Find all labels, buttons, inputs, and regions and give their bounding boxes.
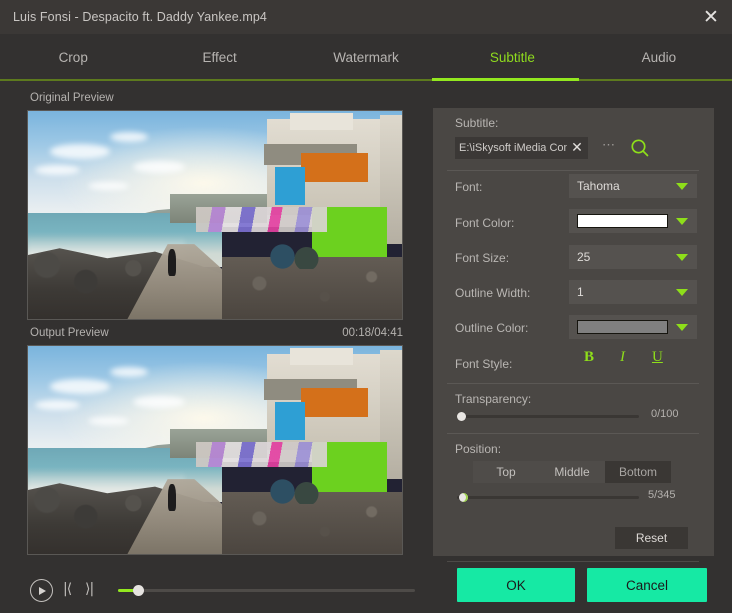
font-size-value: 25 bbox=[569, 250, 676, 264]
window-title: Luis Fonsi - Despacito ft. Daddy Yankee.… bbox=[0, 10, 267, 24]
outline-color-swatch bbox=[577, 320, 668, 334]
transparency-slider[interactable] bbox=[457, 415, 639, 418]
playback-slider[interactable] bbox=[118, 589, 415, 592]
tab-crop[interactable]: Crop bbox=[0, 34, 146, 81]
subtitle-settings-panel: Subtitle: E:\iSkysoft iMedia Converter D… bbox=[433, 108, 714, 556]
outline-color-dropdown[interactable] bbox=[569, 315, 697, 339]
preview-timecode: 00:18/04:41 bbox=[330, 327, 403, 339]
tab-underline bbox=[0, 79, 732, 81]
outline-width-value: 1 bbox=[569, 285, 676, 299]
original-preview-video[interactable] bbox=[27, 110, 403, 320]
divider-3 bbox=[447, 433, 699, 434]
ok-button[interactable]: OK bbox=[457, 568, 575, 602]
title-bar: Luis Fonsi - Despacito ft. Daddy Yankee.… bbox=[0, 0, 732, 34]
font-size-dropdown[interactable]: 25 bbox=[569, 245, 697, 269]
play-icon[interactable] bbox=[30, 579, 53, 602]
tab-effect[interactable]: Effect bbox=[146, 34, 292, 81]
close-icon-clear-subtitle[interactable]: ✕ bbox=[567, 137, 587, 159]
chevron-down-icon bbox=[676, 218, 688, 225]
font-style-label: Font Style: bbox=[455, 357, 512, 371]
font-label: Font: bbox=[455, 180, 482, 194]
tab-active-indicator bbox=[432, 78, 579, 81]
chevron-down-icon bbox=[676, 289, 688, 296]
italic-button[interactable]: I bbox=[620, 349, 625, 366]
transparency-value: 0/100 bbox=[651, 408, 679, 420]
output-preview-video[interactable] bbox=[27, 345, 403, 555]
outline-width-label: Outline Width: bbox=[455, 286, 530, 300]
position-label: Position: bbox=[455, 442, 501, 456]
footer-divider bbox=[447, 561, 699, 562]
underline-button[interactable]: U bbox=[652, 349, 663, 366]
tab-watermark[interactable]: Watermark bbox=[293, 34, 439, 81]
position-slider[interactable] bbox=[457, 496, 639, 499]
outline-color-label: Outline Color: bbox=[455, 321, 528, 335]
output-preview-label: Output Preview bbox=[30, 327, 109, 339]
playback-controls: |⟨ ⟩| bbox=[30, 578, 420, 604]
playback-slider-thumb[interactable] bbox=[133, 585, 144, 596]
bold-button[interactable]: B bbox=[584, 349, 594, 366]
position-value: 5/345 bbox=[648, 489, 676, 501]
font-color-label: Font Color: bbox=[455, 216, 514, 230]
close-icon[interactable]: ✕ bbox=[690, 0, 732, 34]
font-value: Tahoma bbox=[569, 179, 676, 193]
transparency-slider-thumb[interactable] bbox=[457, 412, 466, 421]
skip-to-start-icon[interactable]: |⟨ bbox=[63, 581, 71, 597]
transparency-label: Transparency: bbox=[455, 392, 531, 406]
cancel-button[interactable]: Cancel bbox=[587, 568, 707, 602]
position-option-top[interactable]: Top bbox=[473, 461, 539, 483]
tab-bar: Crop Effect Watermark Subtitle Audio bbox=[0, 34, 732, 81]
chevron-down-icon bbox=[676, 324, 688, 331]
divider-2 bbox=[447, 383, 699, 384]
tab-audio[interactable]: Audio bbox=[586, 34, 732, 81]
divider-1 bbox=[447, 170, 699, 171]
font-dropdown[interactable]: Tahoma bbox=[569, 174, 697, 198]
font-color-swatch bbox=[577, 214, 668, 228]
font-size-label: Font Size: bbox=[455, 251, 509, 265]
font-color-dropdown[interactable] bbox=[569, 209, 697, 233]
subtitle-path-input[interactable]: E:\iSkysoft iMedia Converter D ✕ bbox=[455, 137, 588, 159]
video-scene bbox=[28, 111, 402, 319]
skip-to-end-icon[interactable]: ⟩| bbox=[85, 581, 93, 597]
tab-subtitle[interactable]: Subtitle bbox=[439, 34, 585, 81]
outline-width-dropdown[interactable]: 1 bbox=[569, 280, 697, 304]
subtitle-editor-dialog: Luis Fonsi - Despacito ft. Daddy Yankee.… bbox=[0, 0, 732, 613]
position-option-middle[interactable]: Middle bbox=[539, 461, 605, 483]
video-scene-output bbox=[28, 346, 402, 554]
browse-button[interactable]: ⋯ bbox=[598, 138, 620, 158]
reset-button[interactable]: Reset bbox=[615, 527, 688, 549]
position-option-bottom[interactable]: Bottom bbox=[605, 461, 671, 483]
play-triangle bbox=[39, 587, 46, 595]
search-icon[interactable] bbox=[629, 137, 651, 159]
position-segmented-control: Top Middle Bottom bbox=[473, 461, 671, 483]
subtitle-field-label: Subtitle: bbox=[455, 116, 498, 130]
original-preview-label: Original Preview bbox=[30, 92, 114, 104]
chevron-down-icon bbox=[676, 183, 688, 190]
subtitle-path-value: E:\iSkysoft iMedia Converter D bbox=[455, 142, 567, 154]
position-slider-thumb[interactable] bbox=[459, 493, 468, 502]
chevron-down-icon bbox=[676, 254, 688, 261]
